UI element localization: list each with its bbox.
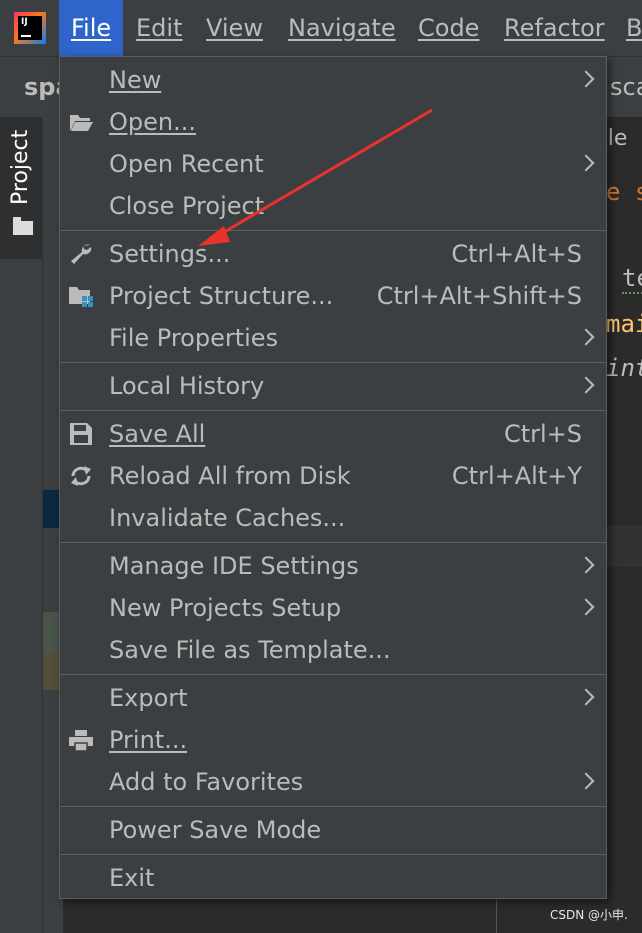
watermark: CSDN @小申. [550, 908, 628, 922]
menu-item-open-recent[interactable]: Open Recent [60, 143, 606, 185]
menu-item-project-structure[interactable]: Project Structure... Ctrl+Alt+Shift+S [60, 275, 606, 317]
menu-item-exit[interactable]: Exit [60, 857, 606, 899]
menu-item-new-projects-setup[interactable]: New Projects Setup [60, 587, 606, 629]
wrench-icon [71, 244, 92, 264]
menu-build[interactable]: B [614, 0, 642, 56]
menu-item-add-to-favorites[interactable]: Add to Favorites [60, 761, 606, 803]
menu-separator [60, 854, 606, 855]
code-line: e s [606, 178, 642, 206]
chevron-right-icon [577, 70, 595, 88]
main-menubar: IJ File Edit View Navigate Code Refactor… [0, 0, 642, 56]
code-line: int [606, 354, 642, 382]
editor-gutter-divider [496, 895, 497, 933]
menu-separator [60, 410, 606, 411]
chevron-right-icon [577, 376, 595, 394]
menu-item-settings[interactable]: Settings... Ctrl+Alt+S [60, 233, 606, 275]
menu-item-save-file-as-template[interactable]: Save File as Template... [60, 629, 606, 671]
chevron-right-icon [577, 328, 595, 346]
menu-item-invalidate-caches[interactable]: Invalidate Caches... [60, 497, 606, 539]
menu-item-file-properties[interactable]: File Properties [60, 317, 606, 359]
save-icon [70, 423, 92, 445]
menu-separator [60, 806, 606, 807]
editor-current-line [605, 525, 642, 567]
reload-icon [71, 466, 91, 486]
chevron-right-icon [577, 772, 595, 790]
menu-item-manage-ide-settings[interactable]: Manage IDE Settings [60, 545, 606, 587]
file-menu-dropdown: New Open... Open Recent Close Project Se… [59, 56, 607, 899]
toolbar-right-item[interactable]: scal [610, 73, 642, 101]
menu-item-print[interactable]: Print... [60, 719, 606, 761]
printer-icon [69, 730, 93, 752]
chevron-right-icon [577, 556, 595, 574]
chevron-right-icon [577, 598, 595, 616]
menu-navigate[interactable]: Navigate [276, 0, 408, 56]
menu-file[interactable]: File [59, 0, 124, 56]
project-structure-icon [69, 287, 93, 307]
menu-item-open[interactable]: Open... [60, 101, 606, 143]
project-tab-label: Project [8, 129, 33, 205]
menu-separator [60, 542, 606, 543]
code-line: mai [606, 310, 642, 338]
menu-refactor[interactable]: Refactor [492, 0, 617, 56]
chevron-right-icon [577, 154, 595, 172]
project-tool-window-tab[interactable]: Project [0, 117, 42, 259]
menu-item-save-all[interactable]: Save All Ctrl+S [60, 413, 606, 455]
folder-icon [13, 217, 33, 235]
menu-item-power-save-mode[interactable]: Power Save Mode [60, 809, 606, 851]
menu-item-local-history[interactable]: Local History [60, 365, 606, 407]
menu-separator [60, 362, 606, 363]
open-folder-icon [70, 115, 93, 131]
menu-code[interactable]: Code [406, 0, 491, 56]
intellij-logo-icon[interactable]: IJ [14, 12, 46, 44]
menu-item-close-project[interactable]: Close Project [60, 185, 606, 227]
menu-item-new[interactable]: New [60, 59, 606, 101]
menu-item-reload-all[interactable]: Reload All from Disk Ctrl+Alt+Y [60, 455, 606, 497]
menu-separator [60, 674, 606, 675]
menu-item-export[interactable]: Export [60, 677, 606, 719]
chevron-right-icon [577, 688, 595, 706]
code-line: te [622, 264, 642, 294]
menu-edit[interactable]: Edit [124, 0, 194, 56]
menu-separator [60, 230, 606, 231]
menu-view[interactable]: View [194, 0, 275, 56]
